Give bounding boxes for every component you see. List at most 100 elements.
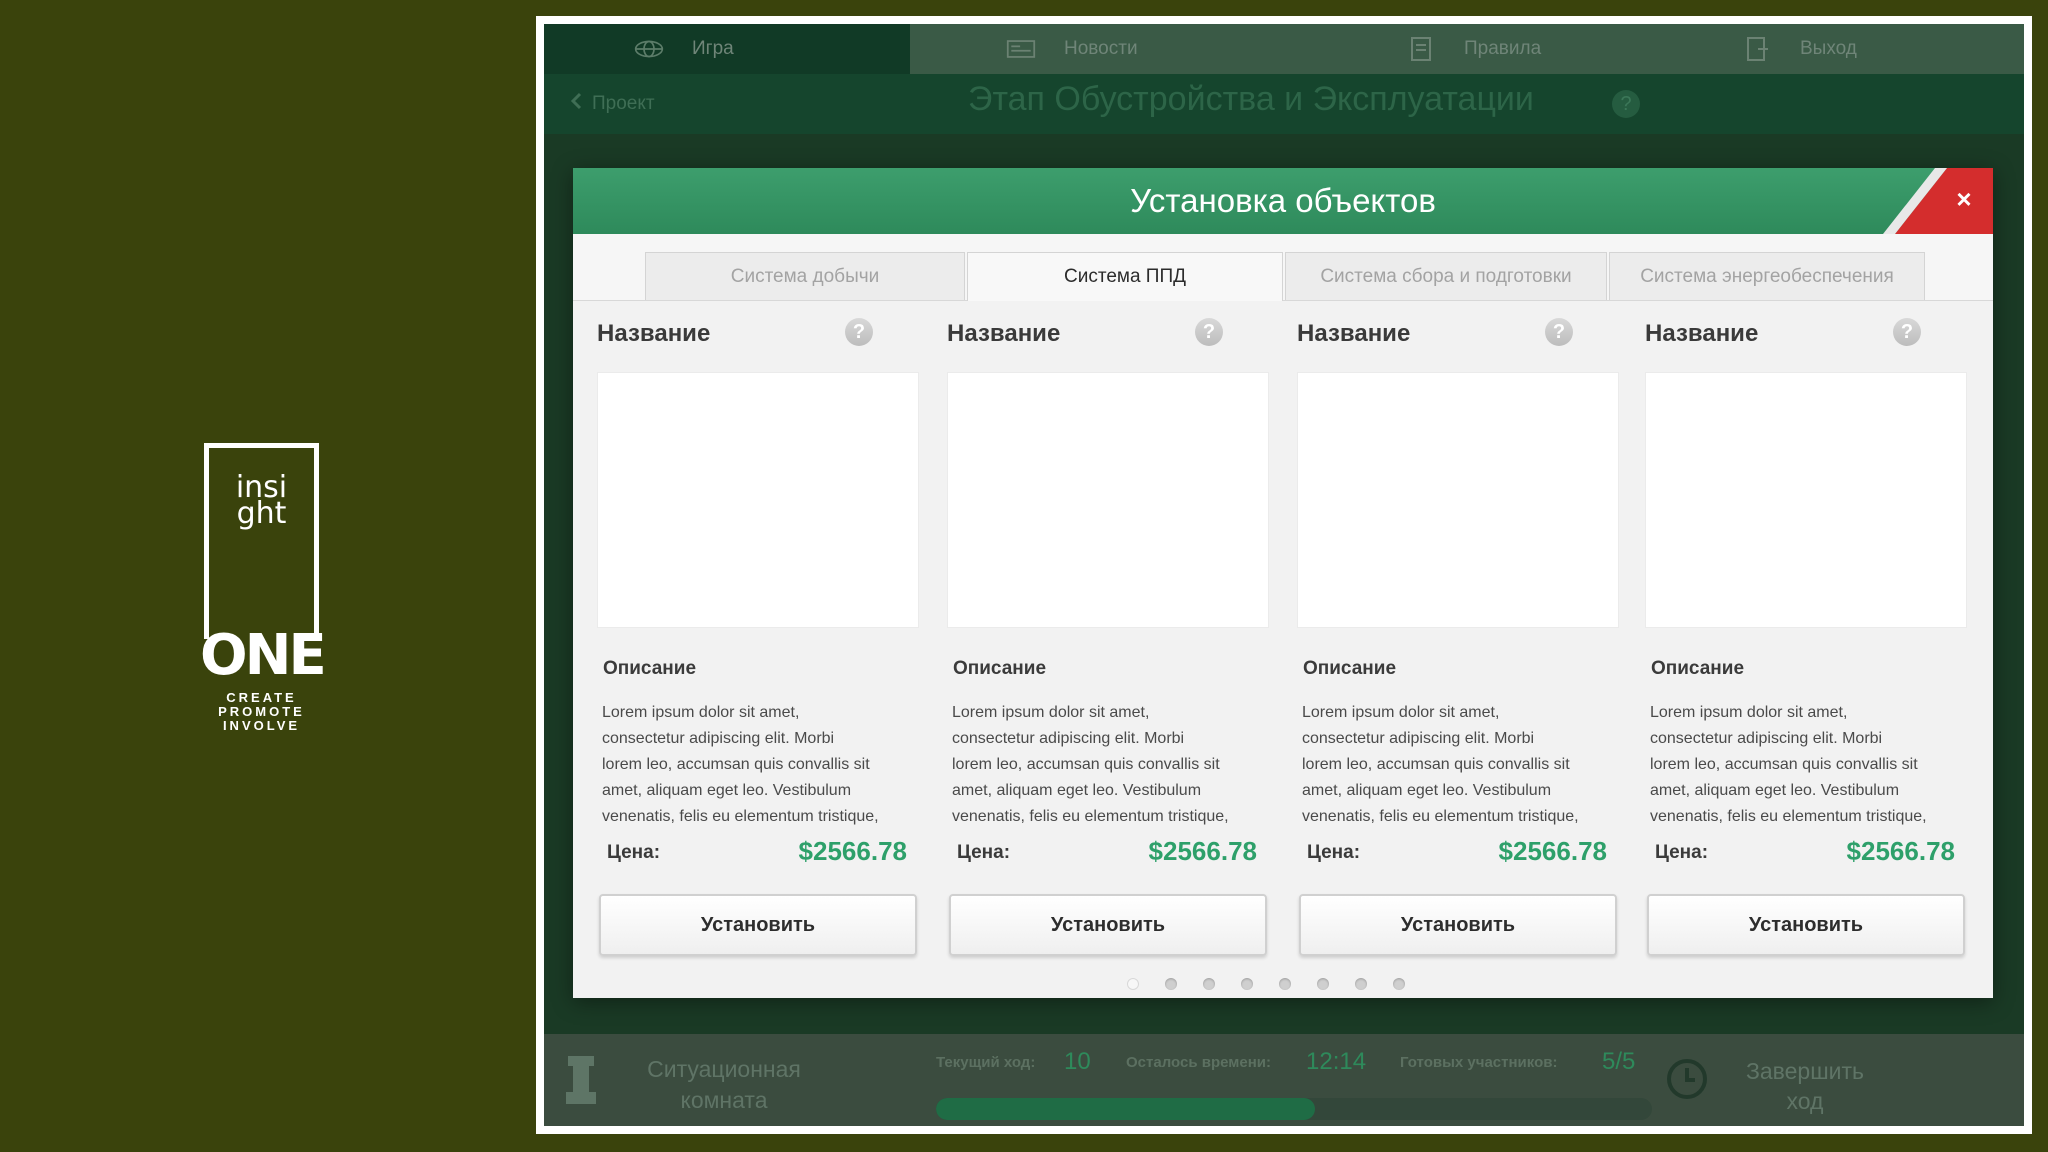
pagination-dot[interactable] (1317, 978, 1329, 990)
finish-turn-button[interactable]: Завершить ход (1720, 1056, 1890, 1116)
nav-item-news[interactable]: Новости (910, 24, 1280, 74)
situation-room-button[interactable]: Ситуационная комната (624, 1054, 824, 1116)
install-button[interactable]: Установить (949, 894, 1267, 956)
pagination-dots (1127, 978, 1405, 990)
nav-item-exit[interactable]: Выход (1640, 24, 2024, 74)
desc-line: amet, aliquam eget leo. Vestibulum (1650, 782, 1900, 799)
modal-title: Установка объектов (1130, 182, 1436, 219)
help-icon[interactable]: ? (1545, 318, 1573, 346)
back-link[interactable]: Проект (570, 92, 655, 116)
card-price: $2566.78 (798, 836, 907, 866)
object-card: Название ? Описание Lorem ipsum dolor si… (923, 300, 1269, 970)
help-icon[interactable]: ? (845, 318, 873, 346)
object-card: Название ? Описание Lorem ipsum dolor si… (1273, 300, 1619, 970)
pagination-dot[interactable] (1393, 978, 1405, 990)
pagination-dot[interactable] (1165, 978, 1177, 990)
logo-tagline-promote: PROMOTE (218, 704, 305, 719)
pagination-dot[interactable] (1241, 978, 1253, 990)
tab-power-system[interactable]: Система энергеобеспечения (1609, 252, 1925, 300)
help-icon[interactable]: ? (1893, 318, 1921, 346)
card-image-placeholder (597, 372, 919, 628)
bottom-status-bar: Ситуационная комната Текущий ход: 10 Ост… (544, 1034, 2024, 1126)
chess-rook-icon (564, 1054, 598, 1106)
chevron-left-icon (570, 92, 582, 116)
card-price-label: Цена: (1655, 842, 1709, 863)
install-button[interactable]: Установить (1299, 894, 1617, 956)
card-description: Lorem ipsum dolor sit amet, consectetur … (1650, 700, 1970, 830)
card-name: Название (947, 320, 1061, 347)
card-image-placeholder (1297, 372, 1619, 628)
desc-line: consectetur adipiscing elit. Morbi (602, 730, 835, 747)
desc-line: Lorem ipsum dolor sit amet, (1302, 704, 1500, 721)
close-icon: × (1956, 184, 1972, 214)
object-card: Название ? Описание Lorem ipsum dolor si… (1621, 300, 1967, 970)
ready-participants-value: 5/5 (1602, 1048, 1636, 1075)
stage-header: Проект Этап Обустройства и Эксплуатации … (544, 74, 2024, 134)
install-objects-modal: Установка объектов × Система добычи Сист… (573, 168, 1993, 998)
desc-line: lorem leo, accumsan quis convallis sit (952, 756, 1220, 773)
card-name: Название (1645, 320, 1759, 347)
category-tabs: Система добычи Система ППД Система сбора… (573, 234, 1993, 301)
exit-icon (1742, 37, 1772, 61)
card-price-label: Цена: (957, 842, 1011, 863)
desc-line: consectetur adipiscing elit. Morbi (952, 730, 1185, 747)
logo-tagline-create: CREATE (226, 690, 297, 705)
desc-line: consectetur adipiscing elit. Morbi (1650, 730, 1883, 747)
nav-label-rules: Правила (1464, 38, 1542, 59)
tab-ppd-system[interactable]: Система ППД (967, 252, 1283, 301)
desc-line: Lorem ipsum dolor sit amet, (1650, 704, 1848, 721)
desc-line: venenatis, felis eu elementum tristique, (1302, 808, 1579, 825)
card-price-label: Цена: (607, 842, 661, 863)
card-name: Название (597, 320, 711, 347)
app-screenshot: Игра Новости Правила Выход Проект Этап О… (536, 16, 2032, 1134)
modal-header: Установка объектов × (573, 168, 1993, 234)
install-button[interactable]: Установить (1647, 894, 1965, 956)
card-price-label: Цена: (1307, 842, 1361, 863)
card-name: Название (1297, 320, 1411, 347)
desc-line: venenatis, felis eu elementum tristique, (602, 808, 879, 825)
pagination-dot[interactable] (1203, 978, 1215, 990)
back-label: Проект (592, 93, 655, 114)
close-button[interactable]: × (1883, 168, 1993, 234)
object-card: Название ? Описание Lorem ipsum dolor si… (573, 300, 919, 970)
card-description: Lorem ipsum dolor sit amet, consectetur … (1302, 700, 1622, 830)
globe-icon (634, 37, 664, 61)
finish-turn-line1: Завершить (1745, 1058, 1865, 1084)
situation-room-line1: Ситуационная (647, 1056, 801, 1082)
card-image-placeholder (947, 372, 1269, 628)
card-description: Lorem ipsum dolor sit amet, consectetur … (952, 700, 1272, 830)
card-description-label: Описание (1303, 658, 1397, 679)
desc-line: consectetur adipiscing elit. Morbi (1302, 730, 1535, 747)
desc-line: venenatis, felis eu elementum tristique, (952, 808, 1229, 825)
pagination-dot[interactable] (1279, 978, 1291, 990)
nav-item-rules[interactable]: Правила (1280, 24, 1640, 74)
nav-item-game[interactable]: Игра (544, 24, 910, 74)
pagination-dot[interactable] (1127, 978, 1139, 990)
help-icon[interactable]: ? (1195, 318, 1223, 346)
nav-label-exit: Выход (1800, 38, 1857, 59)
stage-help-icon[interactable]: ? (1612, 90, 1640, 118)
tab-extraction-system[interactable]: Система добычи (645, 252, 965, 300)
news-icon (1006, 37, 1036, 61)
desc-line: amet, aliquam eget leo. Vestibulum (1302, 782, 1552, 799)
logo-tagline-involve: INVOLVE (222, 718, 301, 733)
turn-progress-bar (936, 1098, 1652, 1120)
clock-icon (1666, 1058, 1708, 1100)
desc-line: Lorem ipsum dolor sit amet, (602, 704, 800, 721)
finish-turn-line2: ход (1786, 1088, 1824, 1114)
tab-collection-system[interactable]: Система сбора и подготовки (1285, 252, 1607, 300)
card-price: $2566.78 (1846, 836, 1955, 866)
install-button[interactable]: Установить (599, 894, 917, 956)
pagination-dot[interactable] (1355, 978, 1367, 990)
desc-line: amet, aliquam eget leo. Vestibulum (602, 782, 852, 799)
turn-progress-fill (936, 1098, 1316, 1120)
card-price: $2566.78 (1498, 836, 1607, 866)
nav-label-game: Игра (692, 38, 734, 59)
logo-text-ght: ght (236, 496, 287, 531)
card-description-label: Описание (603, 658, 697, 679)
time-left-label: Осталось времени: (1126, 1054, 1271, 1071)
desc-line: lorem leo, accumsan quis convallis sit (602, 756, 870, 773)
situation-room-line2: комната (680, 1087, 768, 1113)
desc-line: lorem leo, accumsan quis convallis sit (1650, 756, 1918, 773)
nav-label-news: Новости (1064, 38, 1138, 59)
